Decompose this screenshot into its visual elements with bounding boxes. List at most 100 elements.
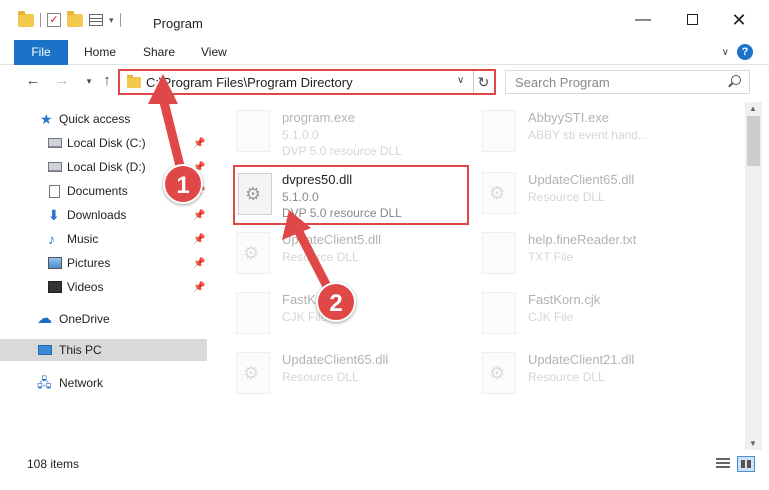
file-detail: Resource DLL [282, 370, 359, 384]
file-detail: Resource DLL [528, 370, 605, 384]
sidebar-item-videos[interactable]: Videos 📌 [0, 276, 207, 298]
quick-access-toolbar: ✓ ▾ [18, 10, 121, 27]
pin-icon[interactable]: 📌 [193, 210, 205, 221]
tab-file[interactable]: File [14, 40, 68, 65]
documents-icon [49, 184, 60, 198]
toolbar-divider [40, 13, 41, 27]
network-icon: 🖧 [37, 375, 52, 390]
navigation-bar: ← → ▾ ↑ C:\Program Files\Program Directo… [0, 66, 769, 98]
drive-icon [48, 162, 62, 172]
file-name: UpdateClient65.dll [528, 172, 635, 187]
close-button[interactable]: ✕ [729, 10, 749, 30]
file-name: program.exe [282, 110, 355, 125]
forward-arrow-icon[interactable]: → [53, 72, 71, 89]
sidebar-item-label: OneDrive [59, 312, 110, 326]
file-item-program-exe[interactable]: program.exe 5.1.0.0 DVP 5.0 resource DLL [236, 104, 476, 160]
file-description: DVP 5.0 resource DLL [282, 206, 402, 220]
folder-icon[interactable] [18, 10, 34, 27]
pin-icon[interactable]: 📌 [193, 234, 205, 245]
toolbar-divider [119, 13, 121, 27]
customize-toolbar-dropdown-icon[interactable]: ▾ [109, 15, 114, 26]
star-icon: ★ [40, 111, 53, 127]
file-item-help-finereader-txt[interactable]: help.fineReader.txt TXT File [482, 226, 722, 282]
cjk-file-icon [236, 292, 270, 334]
address-bar[interactable]: C:\Program Files\Program Directory ∨ ↻ [118, 69, 496, 95]
file-item-updateclient65-dll-2[interactable]: UpdateClient65.dll Resource DLL [236, 346, 476, 402]
scrollbar-thumb[interactable] [747, 116, 760, 166]
sidebar-item-label: Network [59, 376, 104, 390]
this-pc-icon [38, 345, 52, 355]
search-input[interactable]: Search Program [505, 70, 750, 94]
file-name: FastKorn.cjk [528, 292, 601, 307]
sidebar-item-label: Downloads [67, 208, 127, 222]
file-item-dvpres50-dll[interactable]: dvpres50.dll 5.1.0.0 DVP 5.0 resource DL… [233, 165, 469, 225]
sidebar-item-music[interactable]: ♪ Music 📌 [0, 228, 207, 250]
file-item-updateclient65-dll[interactable]: UpdateClient65.dll Resource DLL [482, 166, 722, 222]
file-name: UpdateClient5.dll [282, 232, 382, 247]
file-detail: DVP 5.0 resource DLL [282, 144, 402, 158]
maximize-icon [686, 14, 698, 25]
recent-locations-dropdown-icon[interactable]: ▾ [80, 76, 98, 87]
file-item-updateclient21-dll[interactable]: UpdateClient21.dll Resource DLL [482, 346, 722, 402]
new-folder-icon[interactable] [67, 10, 83, 27]
help-icon[interactable]: ? [737, 44, 753, 60]
dll-file-gear-icon [236, 232, 270, 274]
search-icon[interactable] [731, 75, 741, 85]
dll-file-gear-icon [482, 352, 516, 394]
sidebar-item-onedrive[interactable]: ☁ OneDrive [0, 308, 207, 330]
address-dropdown-icon[interactable]: ∨ [457, 75, 464, 86]
expand-ribbon-chevron-icon[interactable]: ∨ [722, 47, 729, 58]
maximize-button[interactable] [682, 10, 702, 30]
sidebar-item-pictures[interactable]: Pictures 📌 [0, 252, 207, 274]
details-view-icon[interactable] [716, 458, 730, 470]
properties-icon[interactable] [89, 14, 103, 26]
sidebar-item-this-pc[interactable]: This PC [0, 339, 207, 361]
exe-file-icon [482, 110, 516, 152]
file-item-fastkorn-cjk[interactable]: FastKorn.cjk CJK File [482, 286, 722, 342]
pin-icon[interactable]: 📌 [193, 138, 205, 149]
sidebar-item-local-disk-c[interactable]: Local Disk (C:) 📌 [0, 132, 207, 154]
sidebar-item-label: Local Disk (C:) [67, 136, 146, 150]
file-name: help.fineReader.txt [528, 232, 637, 247]
scroll-up-icon[interactable]: ▲ [749, 104, 757, 113]
step-badge-1: 1 [163, 164, 203, 204]
dll-file-gear-icon [482, 172, 516, 214]
tab-home[interactable]: Home [84, 40, 116, 65]
file-list: program.exe 5.1.0.0 DVP 5.0 resource DLL… [212, 102, 745, 450]
minimize-button[interactable]: — [633, 10, 653, 30]
tab-view[interactable]: View [201, 40, 227, 65]
tab-share[interactable]: Share [143, 40, 175, 65]
file-detail: Resource DLL [282, 250, 359, 264]
properties-check-icon[interactable]: ✓ [47, 13, 61, 27]
large-icons-view-icon[interactable] [737, 456, 755, 472]
pin-icon[interactable]: 📌 [193, 282, 205, 293]
sidebar-item-label: Videos [67, 280, 104, 294]
scroll-down-icon[interactable]: ▼ [749, 439, 757, 448]
window-title: Program [153, 16, 203, 31]
file-detail: CJK File [528, 310, 574, 324]
sidebar-item-quick-access[interactable]: ★ Quick access [0, 108, 207, 130]
address-path[interactable]: C:\Program Files\Program Directory [146, 75, 353, 90]
downloads-icon: ⬇ [48, 207, 60, 223]
ribbon-tabs: File Home Share View ∨ ? [0, 40, 769, 65]
file-item-fastkor-cjk[interactable]: FastKor.cjk CJK File [236, 286, 476, 342]
status-bar: 108 items [0, 452, 769, 476]
folder-icon [127, 75, 141, 88]
file-name: UpdateClient21.dll [528, 352, 635, 367]
file-name: AbbyySTI.exe [528, 110, 609, 125]
vertical-scrollbar[interactable]: ▲ ▼ [745, 102, 762, 450]
pin-icon[interactable]: 📌 [193, 258, 205, 269]
sidebar-item-downloads[interactable]: ⬇ Downloads 📌 [0, 204, 207, 226]
file-item-updateclient5-dll[interactable]: UpdateClient5.dll Resource DLL [236, 226, 476, 282]
sidebar-item-label: Pictures [67, 256, 111, 270]
up-arrow-icon[interactable]: ↑ [98, 72, 116, 89]
file-item-abbyysti-exe[interactable]: AbbyySTI.exe ABBY sti event hand... [482, 104, 722, 160]
exe-file-icon [236, 110, 270, 152]
file-detail: ABBY sti event hand... [528, 128, 648, 142]
sidebar-item-network[interactable]: 🖧 Network [0, 372, 207, 394]
back-arrow-icon[interactable]: ← [24, 72, 42, 89]
file-detail: Resource DLL [528, 190, 605, 204]
drive-icon [48, 138, 62, 148]
refresh-icon[interactable]: ↻ [473, 71, 493, 93]
file-detail: TXT File [528, 250, 574, 264]
